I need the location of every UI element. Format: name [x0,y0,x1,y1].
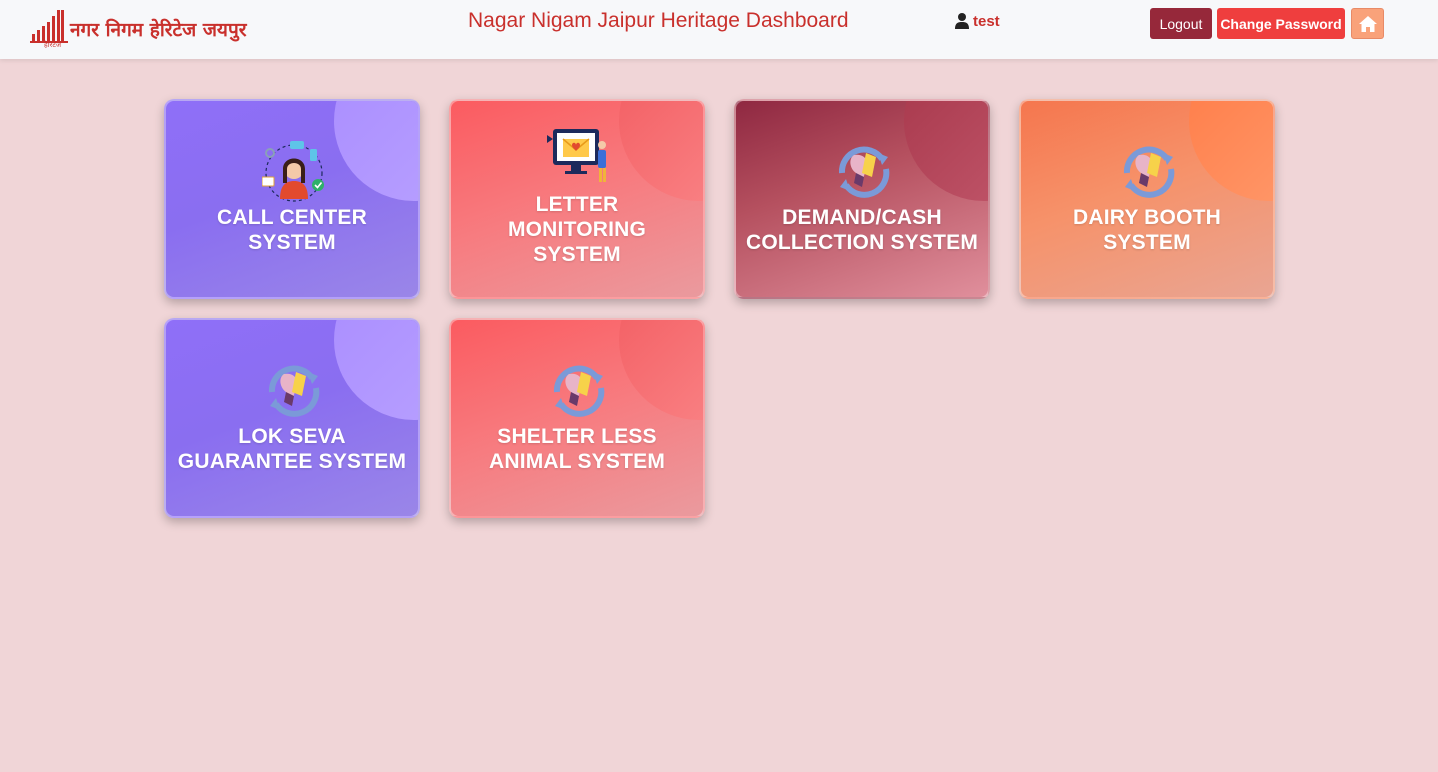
card-demand-cash-collection-system[interactable]: DEMAND/CASH COLLECTION SYSTEM [734,99,990,299]
home-button[interactable] [1351,8,1384,39]
call-center-agent-icon [262,141,324,202]
logo-subtext: हेरिटेज [44,41,62,49]
card-title: SHELTER LESS ANIMAL SYSTEM [488,425,666,473]
letter-monitor-icon [547,129,606,182]
system-logo-icon [1123,146,1175,198]
card-letter-monitoring-system[interactable]: LETTER MONITORING SYSTEM [449,99,705,299]
card-title: DEMAND/CASH COLLECTION SYSTEM [745,206,979,254]
brand-logo[interactable]: नगर निगम हेरिटेज जयपुर हेरिटेज [30,8,270,54]
card-title: LETTER MONITORING SYSTEM [507,193,647,266]
change-password-button[interactable]: Change Password [1217,8,1345,39]
system-logo-icon [268,365,320,417]
system-logo-icon [838,146,890,198]
card-dairy-booth-system[interactable]: DAIRY BOOTH SYSTEM [1019,99,1275,299]
card-decor-circle [904,101,988,201]
logo-text: नगर निगम हेरिटेज जयपुर [70,19,247,41]
card-title: CALL CENTER SYSTEM [217,206,367,254]
logout-button[interactable]: Logout [1150,8,1212,39]
system-logo-icon [553,365,605,417]
card-title: DAIRY BOOTH SYSTEM [1072,206,1222,254]
card-decor-circle [619,320,703,420]
card-shelter-less-animal-system[interactable]: SHELTER LESS ANIMAL SYSTEM [449,318,705,518]
card-decor-circle [334,320,418,420]
card-call-center-system[interactable]: CALL CENTER SYSTEM [164,99,420,299]
user-name: test [973,12,1000,30]
card-lok-seva-guarantee-system[interactable]: LOK SEVA GUARANTEE SYSTEM [164,318,420,518]
card-decor-circle [334,101,418,201]
card-decor-circle [619,101,703,201]
page-title: Nagar Nigam Jaipur Heritage Dashboard [468,9,849,32]
top-header: नगर निगम हेरिटेज जयपुर हेरिटेज Nagar Nig… [0,0,1438,59]
user-info[interactable]: test [955,11,1000,31]
home-icon [1358,15,1377,32]
user-icon [955,13,969,29]
card-title: LOK SEVA GUARANTEE SYSTEM [177,425,407,473]
card-decor-circle [1189,101,1273,201]
